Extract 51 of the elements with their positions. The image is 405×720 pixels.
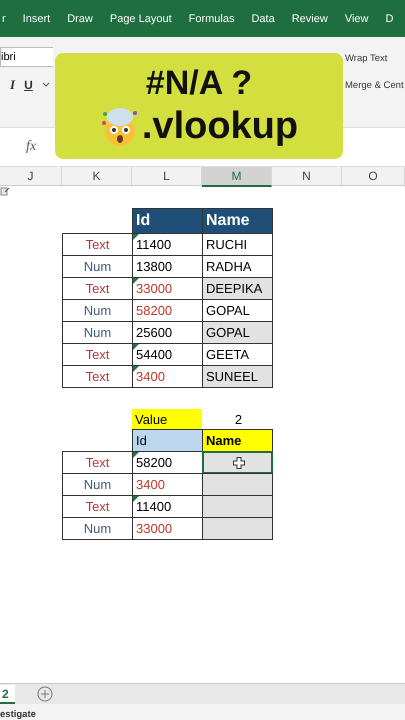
banner-title: #N/A ? bbox=[146, 64, 252, 102]
ribbon-tab[interactable]: Page Layout bbox=[110, 12, 172, 24]
table-cell[interactable] bbox=[202, 517, 273, 540]
table-cell[interactable] bbox=[202, 473, 273, 496]
table-cell: Text bbox=[62, 365, 133, 388]
table-cell: Num bbox=[62, 517, 133, 540]
ribbon-tab[interactable]: Insert bbox=[22, 12, 50, 24]
function-label[interactable]: fx bbox=[26, 139, 36, 155]
ribbon-tab[interactable]: r bbox=[2, 12, 6, 24]
table-cell: Text bbox=[62, 233, 133, 256]
value-label: Value bbox=[132, 409, 202, 429]
paste-options-icon[interactable] bbox=[0, 186, 10, 196]
error-indicator-icon bbox=[133, 278, 139, 284]
underline-button[interactable]: U bbox=[24, 78, 33, 92]
column-header[interactable]: O bbox=[342, 167, 405, 187]
exploding-head-icon bbox=[100, 105, 140, 147]
error-indicator-icon bbox=[133, 366, 139, 372]
ribbon-tab[interactable]: Data bbox=[251, 12, 275, 24]
error-indicator-icon bbox=[133, 496, 139, 502]
ribbon-tab[interactable]: Formulas bbox=[188, 12, 234, 24]
cursor-icon bbox=[233, 456, 245, 468]
banner-subtitle: .vlookup bbox=[142, 104, 298, 148]
error-indicator-icon bbox=[133, 452, 139, 458]
ribbon-tab[interactable]: D bbox=[385, 12, 394, 24]
table-header-cell: Name bbox=[202, 208, 273, 234]
status-text: estigate bbox=[0, 709, 36, 720]
sheet-tab[interactable]: 2 bbox=[0, 684, 15, 704]
table-cell: DEEPIKA bbox=[202, 277, 273, 300]
italic-button[interactable]: I bbox=[10, 77, 16, 93]
table-cell: GOPAL bbox=[202, 321, 273, 344]
table-cell: SUNEEL bbox=[202, 365, 273, 388]
font-name-field[interactable]: ibri bbox=[0, 47, 53, 67]
ribbon-tab[interactable]: Review bbox=[292, 12, 328, 24]
ribbon-tab[interactable]: View bbox=[344, 12, 368, 24]
error-indicator-icon bbox=[133, 234, 139, 240]
table-cell: Text bbox=[62, 451, 133, 474]
ribbon-tab[interactable]: Draw bbox=[67, 12, 93, 24]
table-header-cell: Name bbox=[202, 429, 273, 452]
wrap-text-button[interactable]: Wrap Text bbox=[345, 53, 405, 64]
add-sheet-icon[interactable] bbox=[36, 686, 53, 702]
table-cell[interactable] bbox=[202, 451, 273, 474]
merge-center-button[interactable]: Merge & Cent bbox=[345, 80, 405, 91]
table-cell[interactable] bbox=[202, 495, 273, 518]
chevron-icon[interactable] bbox=[42, 82, 50, 88]
column-header[interactable]: N bbox=[272, 167, 342, 187]
column-header[interactable]: M bbox=[202, 167, 272, 187]
error-indicator-icon bbox=[133, 344, 139, 350]
value-cell-text: 2 bbox=[234, 410, 244, 428]
column-header[interactable]: K bbox=[62, 167, 132, 187]
table-header-cell: Id bbox=[132, 208, 203, 234]
table-header-cell: Id bbox=[132, 429, 203, 452]
